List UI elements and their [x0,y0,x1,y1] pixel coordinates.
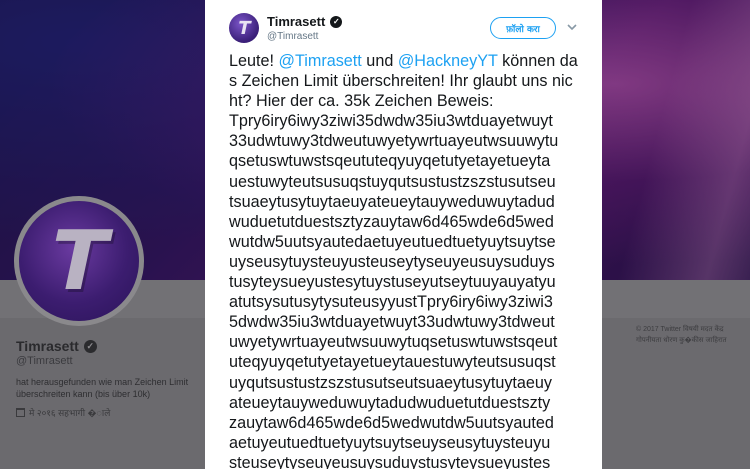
tweet-text-line: uyseusytuysteuyusteuseytyseuyeusuysuduys [229,252,555,271]
profile-handle: @Timrasett [16,355,73,367]
tweet-card: T Timrasett ✓ @Timrasett फ़ॉलो करा Leute… [205,0,602,469]
tweet-text-line: atutsysutusytysuteusyyustTpry6iry6iwy3zi… [229,293,553,312]
tweet-text-line: 33udwtuwy3tdweutuwyetywrtuayeutwsuuwytu [229,132,559,151]
profile-footer-links[interactable]: © 2017 Twitter विषयी मदत केंद्र गोपनीयता… [636,324,750,346]
tweet-text-line: 5dwdw35iu3wtduayetwuyt33udwtuwy3tdweut [229,313,555,332]
avatar-logo-icon: T [235,17,253,39]
tweet-text-line: ateueytauyweduwuytadudwuduetutduestszty [229,393,551,412]
follow-button[interactable]: फ़ॉलो करा [490,17,556,39]
profile-name: Timrasett ✓ [16,338,97,354]
mention-link[interactable]: @HackneyYT [398,52,498,70]
tweet-text-line: uyqutsustustzszstusutseutsuaeytusytuytae… [229,373,553,392]
author-avatar[interactable]: T [229,13,259,43]
tweet-text-line: steuseytyseuyeusuysuduystusyteysueyustes [229,453,551,469]
tweet-text-line: Tpry6iry6iwy3ziwi35dwdw35iu3wtduayetwuyt [229,112,553,131]
chevron-down-icon[interactable] [567,22,577,32]
tweet-text-line: zauytaw6d465wde6d5wedwutdw5uutsyauted [229,413,554,432]
profile-bio: hat herausgefunden wie man Zeichen Limit… [16,377,189,399]
verified-icon: ✓ [83,339,97,353]
tweet-character-lines: Tpry6iry6iwy3ziwi35dwdw35iu3wtduayetwuyt… [229,112,558,469]
calendar-icon [16,408,25,417]
tweet-text-line: tsuaeytusytuytaeuyateueytauyweduwuytadud [229,192,555,211]
tweet-text: Leute! @Timrasett und @HackneyYT können … [229,51,581,469]
tweet-text-line: uwyetywrtuayeutwsuuwytuqsetuswtuwstsqeut [229,333,558,352]
profile-avatar: T [14,196,144,326]
verified-icon: ✓ [330,15,343,28]
tweet-text-line: qsetuswtuwstsqeututeqyuyqetutyetayetueyt… [229,152,551,171]
tweet-text-line: tusyteysueyustesytuystuseyutseytuuyauyat… [229,273,556,292]
profile-joined: मे २०१६ सहभागी �ाले [16,406,110,419]
tweet-text-line: uteqyuyqetutyetayetueytauestuwyteutsusuq… [229,353,556,372]
tweet-text-line: aetuyeutuedtuetyuytsuytseuyseusytuysteuy… [229,433,551,452]
tweet-text-line: uestuwyteutsusuqstuyqutsustustzszstusuts… [229,172,556,191]
tweet-text-line: wuduetutduestsztyzauytaw6d465wde6d5wed [229,212,554,231]
avatar-logo-icon: T [40,213,118,309]
tweet-text-line: wutdw5uutsyautedaetuyeutuedtuetyuytsuyts… [229,232,556,251]
author-name[interactable]: Timrasett ✓ [267,14,343,29]
mention-link[interactable]: @Timrasett [279,52,362,70]
author-handle[interactable]: @Timrasett [267,31,318,42]
